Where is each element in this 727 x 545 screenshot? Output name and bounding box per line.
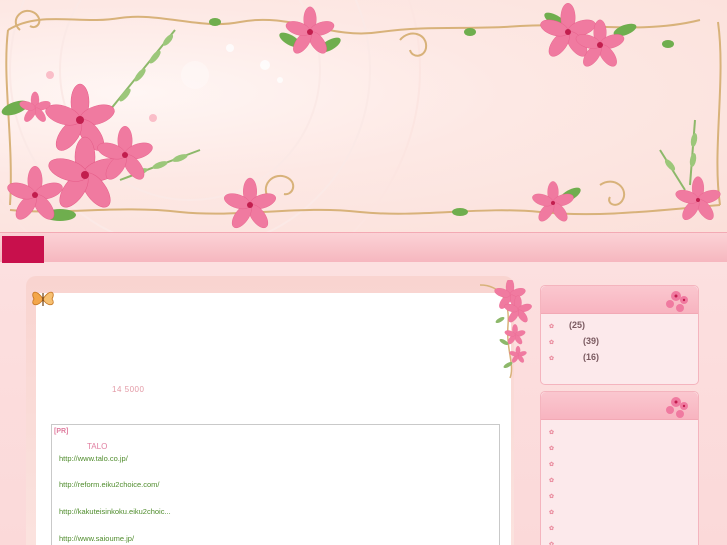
ad-link[interactable]: http://kakuteisinkoku.eiku2choic... [59,507,171,516]
list-item[interactable]: ✿ [549,522,698,538]
flower-icon [666,397,688,418]
corner-flower-decoration [479,280,532,379]
category-list: ✿ (25) ✿ (39) ✿ (16) [541,314,698,368]
list-item[interactable]: ✿ [549,474,698,490]
ad-link[interactable]: http://www.saioume.jp/ [59,534,134,543]
list-item[interactable]: ✿ [549,490,698,506]
ad-link[interactable]: http://reform.eiku2choice.com/ [59,480,159,489]
category-count: (16) [583,352,600,362]
pr-label: [PR] [54,428,69,435]
bullet-icon: ✿ [549,430,555,436]
butterfly-icon [32,291,54,306]
list-item[interactable]: ✿ [549,442,698,458]
list-item[interactable]: ✿ (25) [549,320,698,336]
header-banner [0,0,727,232]
bullet-icon: ✿ [549,526,555,532]
list-item[interactable]: ✿ (39) [549,336,698,352]
flower-icon [666,291,688,312]
bullet-icon: ✿ [549,324,555,330]
entry-date: 14 5000 [112,385,145,394]
sidebar-categories: ✿ (25) ✿ (39) ✿ (16) [540,285,699,385]
bullet-icon: ✿ [549,462,555,468]
sidebar-recent-header [541,392,698,420]
nav-home-tab[interactable] [2,236,44,263]
list-item[interactable]: ✿ [549,426,698,442]
sidebar-categories-header [541,286,698,314]
bullet-icon: ✿ [549,510,555,516]
pr-ad-box: [PR] TALO http://www.talo.co.jp/ http://… [51,424,500,545]
recent-list: ✿ ✿ ✿ ✿ ✿ ✿ ✿ ✿ [541,420,698,545]
ad-title[interactable]: TALO [87,442,107,451]
list-item[interactable]: ✿ [549,538,698,545]
navigation-bar [0,232,727,263]
category-count: (39) [583,336,600,346]
bullet-icon: ✿ [549,446,555,452]
bullet-icon: ✿ [549,356,555,362]
floral-header-art [0,0,722,232]
list-item[interactable]: ✿ [549,506,698,522]
bullet-icon: ✿ [549,542,555,545]
list-item[interactable]: ✿ [549,458,698,474]
ad-link[interactable]: http://www.talo.co.jp/ [59,454,128,463]
category-count: (25) [569,320,586,330]
bullet-icon: ✿ [549,478,555,484]
bullet-icon: ✿ [549,494,555,500]
list-item[interactable]: ✿ (16) [549,352,698,368]
bullet-icon: ✿ [549,340,555,346]
sidebar-recent: ✿ ✿ ✿ ✿ ✿ ✿ ✿ ✿ [540,391,699,545]
